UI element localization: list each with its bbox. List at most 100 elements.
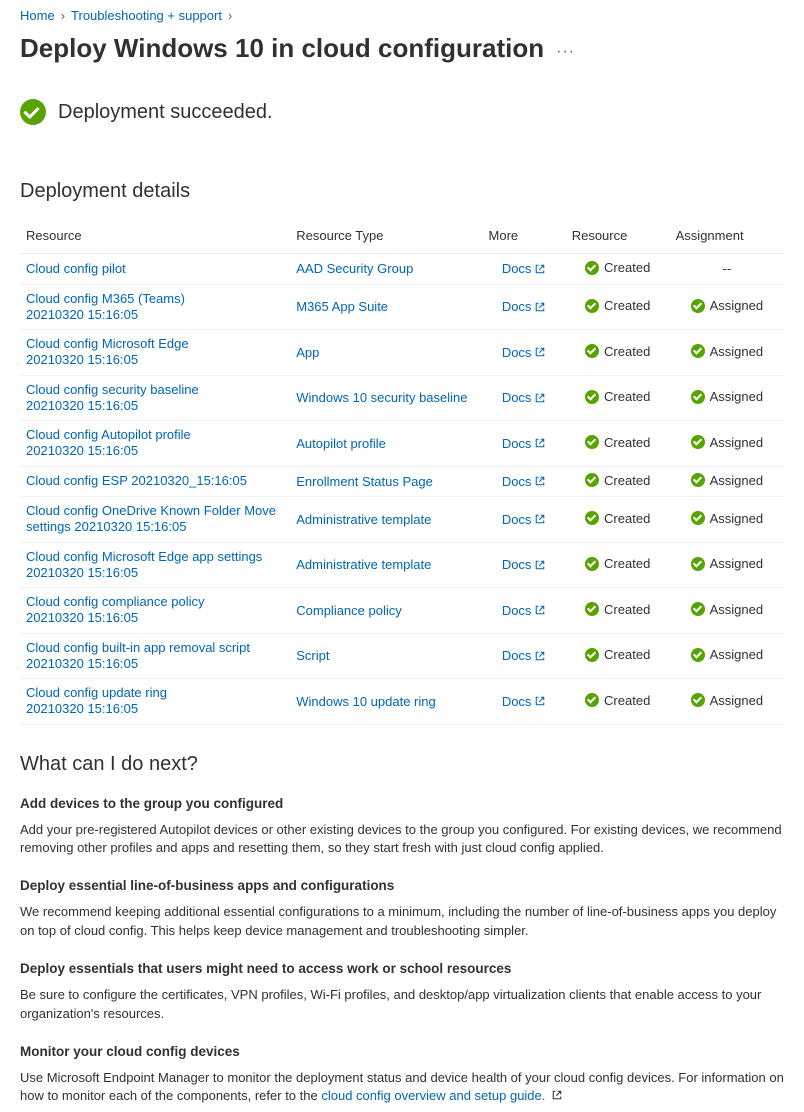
success-icon [585, 602, 599, 616]
breadcrumb-home[interactable]: Home [20, 8, 55, 23]
resource-link[interactable]: Cloud config built-in app removal script [26, 640, 284, 656]
docs-link[interactable]: Docs [502, 261, 547, 276]
resource-link-sub[interactable]: 20210320 15:16:05 [26, 398, 284, 414]
status-created: Created [585, 556, 650, 571]
chevron-right-icon: › [228, 8, 232, 23]
status-created: Created [585, 602, 650, 617]
next-s1-title: Add devices to the group you configured [20, 796, 784, 811]
page-title-row: Deploy Windows 10 in cloud configuration… [20, 33, 784, 64]
success-icon [585, 261, 599, 275]
resource-link[interactable]: Cloud config pilot [26, 261, 284, 277]
resource-type-link[interactable]: Autopilot profile [296, 436, 386, 451]
header-status: Resource [566, 218, 670, 254]
status-assigned: Assigned [691, 344, 763, 359]
resource-type-link[interactable]: Administrative template [296, 557, 431, 572]
next-steps-heading: What can I do next? [20, 753, 784, 776]
resource-type-link[interactable]: Compliance policy [296, 603, 402, 618]
cloud-config-guide-link[interactable]: cloud config overview and setup guide. [321, 1088, 545, 1103]
next-s1-body: Add your pre-registered Autopilot device… [20, 821, 784, 859]
status-assigned: Assigned [691, 473, 763, 488]
page-title: Deploy Windows 10 in cloud configuration [20, 33, 544, 64]
resource-link-sub[interactable]: 20210320 15:16:05 [26, 307, 284, 323]
success-icon [585, 299, 599, 313]
resource-link[interactable]: Cloud config security baseline [26, 382, 284, 398]
docs-link[interactable]: Docs [502, 299, 547, 314]
breadcrumb: Home › Troubleshooting + support › [20, 0, 784, 27]
next-s4-body: Use Microsoft Endpoint Manager to monito… [20, 1069, 784, 1107]
status-created: Created [585, 435, 650, 450]
resource-link-sub[interactable]: 20210320 15:16:05 [26, 443, 284, 459]
resource-link-sub[interactable]: 20210320 15:16:05 [26, 565, 284, 581]
next-s2-title: Deploy essential line-of-business apps a… [20, 878, 784, 893]
resource-type-link[interactable]: Administrative template [296, 512, 431, 527]
status-created: Created [585, 344, 650, 359]
resource-type-link[interactable]: Windows 10 security baseline [296, 390, 467, 405]
resource-link[interactable]: Cloud config M365 (Teams) [26, 291, 284, 307]
docs-link[interactable]: Docs [502, 557, 547, 572]
resource-link[interactable]: Cloud config compliance policy [26, 594, 284, 610]
table-row: Cloud config Microsoft Edge20210320 15:1… [20, 330, 784, 376]
resource-type-link[interactable]: Script [296, 648, 329, 663]
docs-link[interactable]: Docs [502, 474, 547, 489]
status-assigned: Assigned [691, 435, 763, 450]
status-assigned: Assigned [691, 511, 763, 526]
status-created: Created [585, 693, 650, 708]
header-assignment: Assignment [670, 218, 784, 254]
status-created: Created [585, 511, 650, 526]
success-icon [691, 435, 705, 449]
docs-link[interactable]: Docs [502, 512, 547, 527]
resource-link[interactable]: Cloud config Microsoft Edge [26, 336, 284, 352]
table-row: Cloud config pilot AAD Security Group Docs… [20, 254, 784, 285]
status-assigned: Assigned [691, 389, 763, 404]
resource-link[interactable]: Cloud config Microsoft Edge app settings [26, 549, 284, 565]
table-row: Cloud config update ring20210320 15:16:0… [20, 679, 784, 725]
next-steps-section: What can I do next? Add devices to the g… [20, 753, 784, 1107]
docs-link[interactable]: Docs [502, 603, 547, 618]
success-icon [585, 557, 599, 571]
docs-link[interactable]: Docs [502, 694, 547, 709]
deployment-details-heading: Deployment details [20, 180, 784, 203]
next-s2-body: We recommend keeping additional essentia… [20, 903, 784, 941]
docs-link[interactable]: Docs [502, 390, 547, 405]
success-icon [585, 473, 599, 487]
deployment-details-table: Resource Resource Type More Resource Ass… [20, 218, 784, 725]
breadcrumb-troubleshoot[interactable]: Troubleshooting + support [71, 8, 222, 23]
success-icon [585, 344, 599, 358]
chevron-right-icon: › [61, 8, 65, 23]
status-assigned: Assigned [691, 556, 763, 571]
success-icon [691, 511, 705, 525]
status-assigned: Assigned [691, 602, 763, 617]
status-created: Created [585, 473, 650, 488]
success-icon [691, 693, 705, 707]
status-assigned: Assigned [691, 693, 763, 708]
docs-link[interactable]: Docs [502, 345, 547, 360]
docs-link[interactable]: Docs [502, 648, 547, 663]
resource-link[interactable]: Cloud config ESP 20210320_15:16:05 [26, 473, 284, 489]
resource-link[interactable]: Cloud config OneDrive Known Folder Move [26, 503, 284, 519]
status-assigned: Assigned [691, 298, 763, 313]
resource-link-sub[interactable]: 20210320 15:16:05 [26, 610, 284, 626]
resource-link-sub[interactable]: 20210320 15:16:05 [26, 701, 284, 717]
resource-type-link[interactable]: Windows 10 update ring [296, 694, 435, 709]
success-icon [585, 511, 599, 525]
resource-link-sub[interactable]: 20210320 15:16:05 [26, 352, 284, 368]
resource-type-link[interactable]: Enrollment Status Page [296, 474, 433, 489]
table-header-row: Resource Resource Type More Resource Ass… [20, 218, 784, 254]
header-resource: Resource [20, 218, 290, 254]
success-icon [585, 648, 599, 662]
table-row: Cloud config Autopilot profile20210320 1… [20, 421, 784, 467]
resource-link-sub[interactable]: 20210320 15:16:05 [26, 656, 284, 672]
success-icon [691, 602, 705, 616]
resource-link[interactable]: Cloud config update ring [26, 685, 284, 701]
docs-link[interactable]: Docs [502, 436, 547, 451]
resource-type-link[interactable]: M365 App Suite [296, 299, 388, 314]
resource-type-link[interactable]: AAD Security Group [296, 261, 413, 276]
deployment-status: Deployment succeeded. [20, 99, 784, 125]
resource-link[interactable]: Cloud config Autopilot profile [26, 427, 284, 443]
success-icon [691, 344, 705, 358]
table-row: Cloud config built-in app removal script… [20, 633, 784, 679]
success-icon [691, 473, 705, 487]
resource-link-sub[interactable]: settings 20210320 15:16:05 [26, 519, 284, 535]
more-actions-button[interactable]: ··· [556, 37, 575, 61]
resource-type-link[interactable]: App [296, 345, 319, 360]
